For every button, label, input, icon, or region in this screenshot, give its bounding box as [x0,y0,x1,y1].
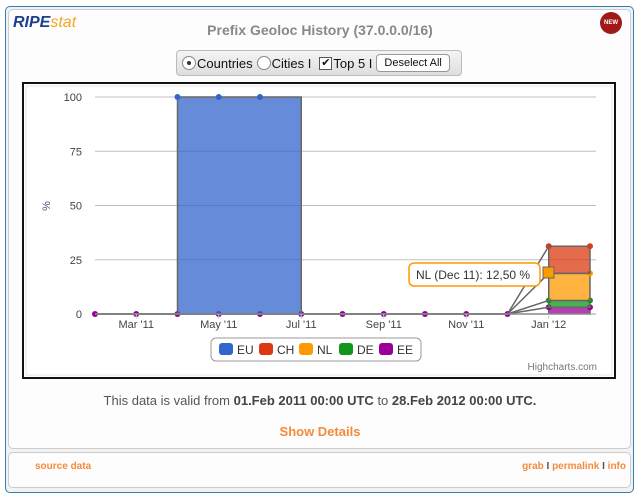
grab-link[interactable]: grab [522,461,544,472]
top5-label[interactable]: Top 5 I [333,56,372,71]
footer-links: grab I permalink I info [522,461,626,472]
controls-bar: Countries Cities I ✔ Top 5 I Deselect All [176,50,462,76]
x-tick-label: Jan '12 [531,319,566,331]
y-tick-label: 25 [70,255,82,267]
countries-radio[interactable] [182,56,196,70]
x-tick-label: Nov '11 [448,319,484,331]
tooltip-text: NL (Dec 11): 12,50 % [416,268,530,282]
cities-radio[interactable] [256,56,271,70]
x-tick-label: Mar '11 [118,319,154,331]
legend-item-nl: NL [317,343,333,357]
y-axis-label: % [41,201,53,211]
y-tick-label: 0 [76,309,82,321]
validity-text: This data is valid from 01.Feb 2011 00:0… [103,393,537,408]
geoloc-chart: 0 25 50 75 100% Mar '11 May '11 Jul '11 Sep '11 N… [25,85,613,376]
top5-checkbox[interactable]: ✔ [319,56,333,70]
x-tick-label: Sep '11 [366,319,402,331]
legend-swatch-nl [299,343,313,355]
legend-swatch-eu [219,343,233,355]
countries-label[interactable]: Countries [197,56,253,71]
x-tick-label: Jul '11 [286,319,317,331]
legend-swatch-de [339,343,353,355]
y-tick-label: 50 [70,201,82,213]
deselect-all-button[interactable]: Deselect All [376,54,450,72]
source-data-link[interactable]: source data [35,461,91,472]
new-badge-icon: NEW [600,12,622,34]
legend-item-eu: EU [237,343,254,357]
cities-label[interactable]: Cities I [272,56,312,71]
chart-container: 0 25 50 75 100% Mar '11 May '11 Jul '11 Sep '11 N… [22,82,616,379]
x-tick-label: May '11 [200,319,237,331]
show-details-link[interactable]: Show Details [0,424,640,439]
legend-swatch-ee [379,343,393,355]
y-tick-label: 75 [70,146,82,158]
legend-item-de: DE [357,343,374,357]
data-point-eu [257,94,263,100]
legend-item-ch: CH [277,343,294,357]
info-link[interactable]: info [608,461,626,472]
highcharts-credits: Highcharts.com [528,362,597,373]
legend-swatch-ch [259,343,273,355]
y-tick-label: 100 [64,92,82,104]
permalink-link[interactable]: permalink [552,461,599,472]
legend-item-ee: EE [397,343,413,357]
plot-background [25,85,613,376]
data-point-eu [174,94,181,100]
data-point-eu [215,94,222,100]
widget-title: Prefix Geoloc History (37.0.0.0/16) [207,22,433,38]
tooltip-marker [542,266,555,279]
